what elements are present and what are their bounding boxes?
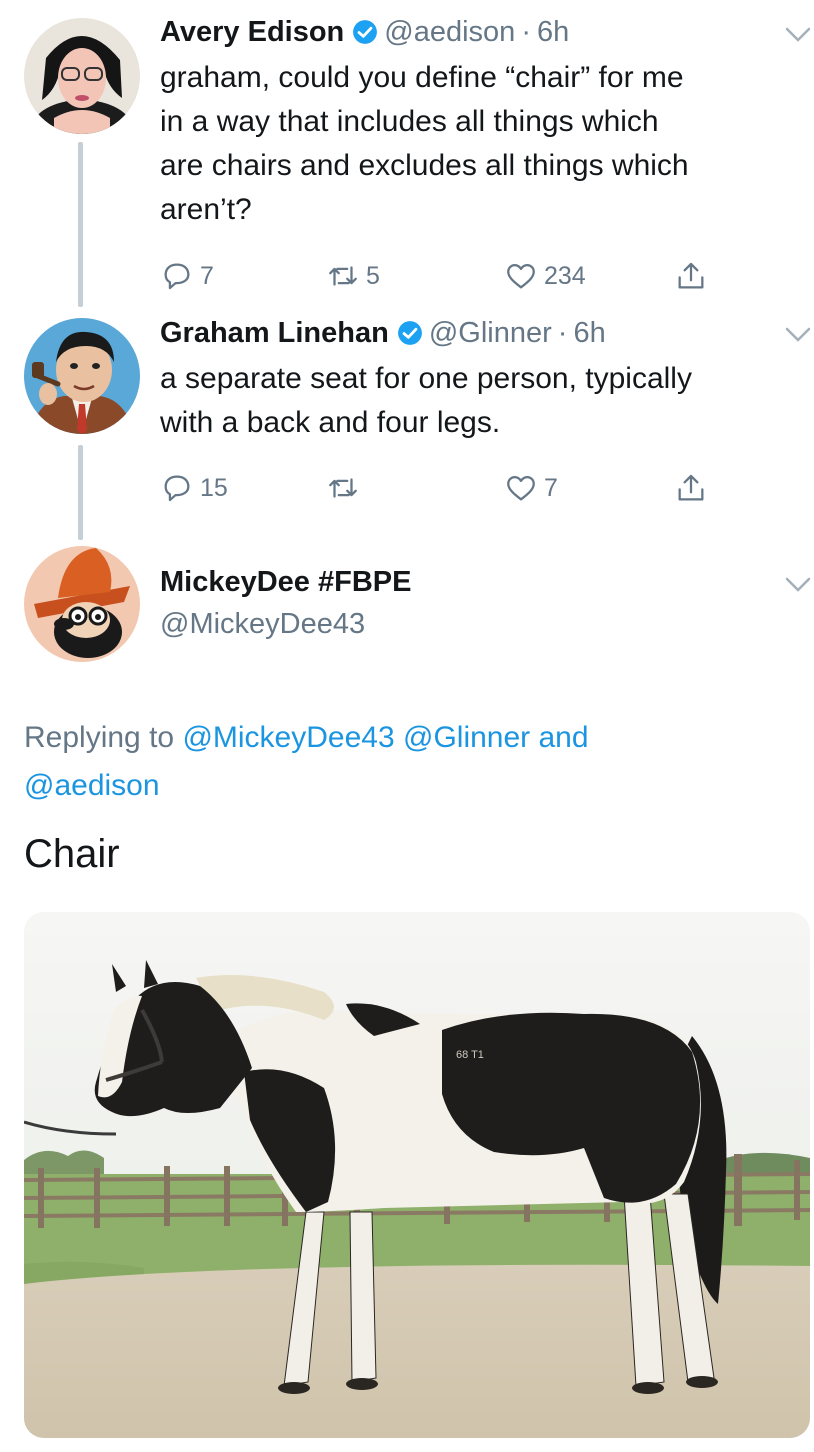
reply-mention-link[interactable]: @Glinner	[403, 721, 530, 754]
display-name[interactable]: Graham Linehan	[160, 317, 389, 350]
tweet-text-line: in a way that includes all things which	[160, 105, 659, 138]
main-tweet-text: Chair	[24, 832, 120, 876]
display-name[interactable]: MickeyDee #FBPE	[160, 566, 411, 599]
share-button[interactable]	[674, 468, 708, 508]
reply-icon	[164, 475, 190, 502]
like-icon	[507, 475, 535, 501]
like-icon	[507, 263, 535, 289]
retweet-button[interactable]	[326, 468, 366, 508]
like-count: 7	[544, 473, 558, 502]
horse-brand-mark: 68 T1	[456, 1049, 484, 1061]
reply-button[interactable]: 7	[160, 256, 214, 296]
retweet-icon	[329, 266, 357, 286]
handle[interactable]: @Glinner	[429, 317, 552, 350]
tweet-text: graham, could you define “chair” for me …	[160, 56, 810, 232]
thread-line	[78, 142, 83, 307]
tweet-actions: 7 5 234	[160, 256, 720, 296]
retweet-button[interactable]: 5	[326, 256, 380, 296]
tweet-text-line: aren’t?	[160, 193, 252, 226]
tweet-header: Avery Edison @aedison · 6h	[160, 12, 569, 52]
handle[interactable]: @aedison	[384, 16, 515, 49]
reply-mention-link[interactable]: @aedison	[24, 769, 160, 802]
handle[interactable]: @MickeyDee43	[160, 608, 365, 641]
chevron-down-icon[interactable]	[784, 576, 812, 594]
tweet-text-line: graham, could you define “chair” for me	[160, 61, 684, 94]
verified-badge-icon	[352, 19, 378, 45]
reply-count: 7	[200, 261, 214, 290]
main-tweet-handle-row: @MickeyDee43	[160, 604, 365, 644]
replying-to: Replying to @MickeyDee43 @Glinner and @a…	[24, 714, 804, 810]
like-button[interactable]: 234	[504, 256, 586, 296]
separator-dot: ·	[521, 15, 531, 48]
share-icon	[678, 262, 704, 289]
timestamp[interactable]: 6h	[573, 317, 605, 350]
avatar-avery-edison[interactable]	[24, 18, 140, 134]
reply-icon	[164, 263, 190, 290]
verified-badge-icon	[397, 320, 423, 346]
tweet-photo[interactable]: 68 T1	[24, 912, 810, 1438]
avatar-mickeydee[interactable]	[24, 546, 140, 662]
like-button[interactable]: 7	[504, 468, 558, 508]
tweet-text: a separate seat for one person, typicall…	[160, 357, 810, 445]
share-button[interactable]	[674, 256, 708, 296]
tweet-header: Graham Linehan @Glinner · 6h	[160, 313, 606, 353]
chevron-down-icon[interactable]	[784, 26, 812, 44]
display-name[interactable]: Avery Edison	[160, 16, 344, 49]
like-count: 234	[544, 261, 586, 290]
timestamp[interactable]: 6h	[537, 16, 569, 49]
tweet-text-line: a separate seat for one person, typicall…	[160, 362, 692, 395]
reply-and-link[interactable]: and	[539, 721, 589, 754]
reply-count: 15	[200, 473, 228, 502]
reply-mention-link[interactable]: @MickeyDee43	[182, 721, 394, 754]
avatar-graham-linehan[interactable]	[24, 318, 140, 434]
retweet-icon	[329, 478, 357, 498]
reply-button[interactable]: 15	[160, 468, 228, 508]
share-icon	[678, 474, 704, 501]
separator-dot: ·	[557, 316, 568, 349]
tweet-text-line: are chairs and excludes all things which	[160, 149, 689, 182]
main-tweet-name-row: MickeyDee #FBPE	[160, 562, 411, 602]
tweet-text-line: with a back and four legs.	[160, 406, 501, 439]
chevron-down-icon[interactable]	[784, 326, 812, 344]
tweet-actions: 15 7	[160, 468, 720, 508]
thread-line	[78, 445, 83, 540]
replying-to-label: Replying to	[24, 721, 175, 754]
retweet-count: 5	[366, 261, 380, 290]
